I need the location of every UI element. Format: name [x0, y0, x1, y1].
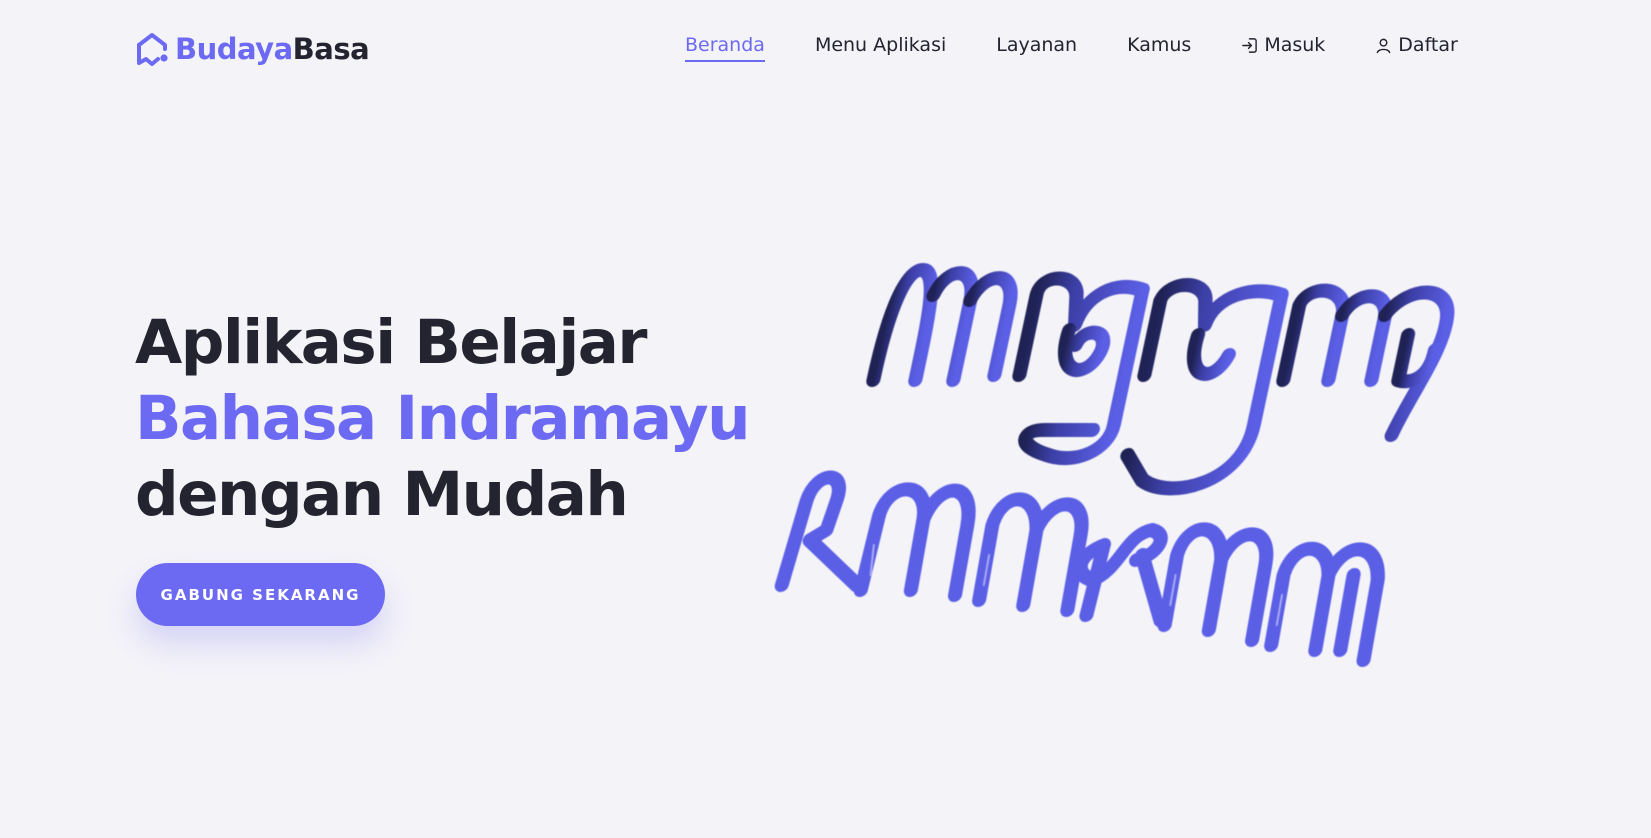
site-header: BudayaBasa Beranda Menu Aplikasi Layanan…: [0, 0, 1651, 96]
main-nav: Beranda Menu Aplikasi Layanan Kamus Masu…: [685, 34, 1458, 62]
nav-item-label: Masuk: [1264, 34, 1326, 56]
house-logo-icon: [137, 33, 168, 66]
hero-title-line2: Bahasa Indramayu: [135, 383, 751, 454]
nav-item-label: Layanan: [996, 34, 1078, 56]
nav-item-label: Daftar: [1398, 34, 1458, 56]
javanese-script-illustration: [770, 255, 1530, 715]
brand-name: BudayaBasa: [175, 31, 370, 66]
login-icon: [1242, 37, 1258, 53]
user-icon: [1376, 38, 1391, 53]
nav-item-menu-aplikasi[interactable]: Menu Aplikasi: [815, 34, 946, 62]
nav-item-masuk[interactable]: Masuk: [1241, 34, 1325, 62]
nav-item-label: Menu Aplikasi: [814, 34, 947, 56]
nav-item-label: Kamus: [1127, 34, 1192, 56]
brand-logo-link[interactable]: BudayaBasa: [135, 30, 370, 68]
nav-item-daftar[interactable]: Daftar: [1375, 34, 1458, 62]
landing-page: BudayaBasa Beranda Menu Aplikasi Layanan…: [0, 0, 1651, 838]
nav-item-layanan[interactable]: Layanan: [996, 34, 1077, 62]
join-now-button[interactable]: GABUNG SEKARANG: [136, 563, 385, 626]
hero-title-line1: Aplikasi Belajar: [135, 307, 647, 378]
nav-item-beranda[interactable]: Beranda: [685, 34, 765, 62]
brand-name-part1: Budaya: [175, 31, 293, 66]
hero-title-line3: dengan Mudah: [135, 459, 629, 530]
hero-title: Aplikasi Belajar Bahasa Indramayu dengan…: [135, 305, 751, 533]
brand-name-part2: Basa: [292, 31, 370, 66]
nav-item-kamus[interactable]: Kamus: [1127, 34, 1191, 62]
javanese-script-icon: [774, 263, 1455, 667]
nav-item-label: Beranda: [685, 34, 765, 56]
